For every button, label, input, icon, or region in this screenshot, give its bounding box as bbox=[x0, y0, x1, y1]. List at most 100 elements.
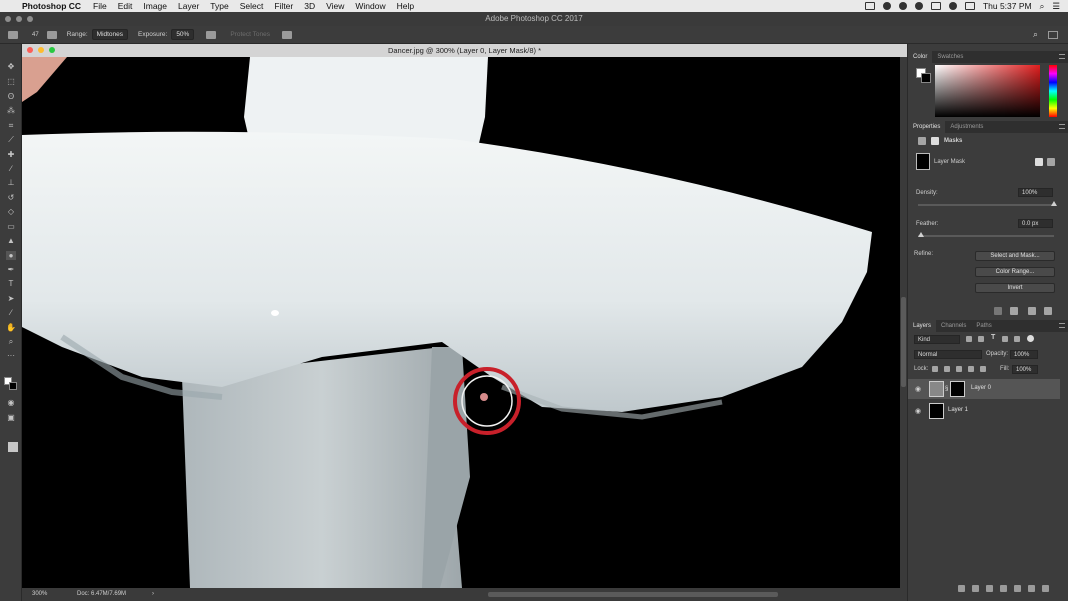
tab-channels[interactable]: Channels bbox=[936, 320, 971, 332]
menu-3d[interactable]: 3D bbox=[304, 1, 315, 11]
delete-mask-icon[interactable] bbox=[1044, 307, 1052, 315]
vertical-scrollbar[interactable] bbox=[900, 57, 907, 588]
range-select[interactable]: Midtones bbox=[91, 29, 129, 40]
dodge-tool-preset-icon[interactable] bbox=[8, 30, 18, 39]
protect-tones-checkbox[interactable]: Protect Tones bbox=[230, 31, 270, 38]
lock-artboard-icon[interactable] bbox=[968, 366, 974, 372]
layer-row-layer-0[interactable]: ◉ § Layer 0 bbox=[908, 379, 1060, 399]
color-panel-menu-icon[interactable] bbox=[1059, 54, 1065, 59]
pixel-mask-icon[interactable] bbox=[918, 137, 926, 145]
filter-type-icon[interactable]: T bbox=[991, 334, 995, 341]
sync-icon[interactable] bbox=[914, 2, 923, 10]
menu-edit[interactable]: Edit bbox=[118, 1, 133, 11]
search-icon[interactable]: ⌕ bbox=[1033, 29, 1038, 40]
mask-icon[interactable] bbox=[931, 137, 939, 145]
pressure-icon[interactable] bbox=[281, 30, 292, 39]
tab-color[interactable]: Color bbox=[908, 51, 933, 63]
blend-mode-select[interactable]: Normal bbox=[914, 350, 982, 359]
feather-field[interactable]: 0.0 px bbox=[1018, 219, 1053, 228]
more-tools-icon[interactable]: ··· bbox=[6, 351, 16, 360]
pen-tool-icon[interactable]: ✒ bbox=[6, 265, 16, 274]
add-mask-icon[interactable] bbox=[986, 585, 993, 592]
visibility-mask-icon[interactable] bbox=[1028, 307, 1036, 315]
search-icon[interactable]: ⌕ bbox=[1040, 1, 1045, 12]
tab-layers[interactable]: Layers bbox=[908, 320, 937, 332]
color-field[interactable] bbox=[935, 65, 1040, 117]
delete-layer-icon[interactable] bbox=[1042, 585, 1049, 592]
menu-app-name[interactable]: Photoshop CC bbox=[22, 1, 81, 11]
filter-adjustment-icon[interactable] bbox=[978, 336, 984, 342]
visibility-eye-icon[interactable]: ◉ bbox=[915, 385, 921, 393]
canvas[interactable] bbox=[22, 57, 900, 588]
lock-pixels-icon[interactable] bbox=[944, 366, 950, 372]
screen-mode-icon[interactable]: ▣ bbox=[6, 413, 16, 422]
load-selection-icon[interactable] bbox=[994, 307, 1002, 315]
background-color[interactable] bbox=[921, 73, 931, 83]
color-range-button[interactable]: Color Range... bbox=[975, 267, 1055, 277]
select-and-mask-button[interactable]: Select and Mask... bbox=[975, 251, 1055, 261]
dodge-tool-icon[interactable]: ● bbox=[6, 251, 16, 260]
properties-panel-menu-icon[interactable] bbox=[1059, 124, 1065, 129]
hand-tool-icon[interactable]: ✋ bbox=[6, 323, 16, 332]
filter-toggle-icon[interactable] bbox=[1027, 335, 1034, 342]
lock-position-icon[interactable] bbox=[956, 366, 962, 372]
filter-shape-icon[interactable] bbox=[1002, 336, 1008, 342]
layer-filter-select[interactable]: Kind bbox=[914, 335, 960, 344]
brush-tool-icon[interactable]: ∕ bbox=[6, 164, 16, 173]
airbrush-icon[interactable] bbox=[206, 30, 217, 39]
close-window-button[interactable] bbox=[5, 16, 11, 22]
density-slider-track[interactable] bbox=[918, 204, 1054, 206]
marquee-tool-icon[interactable]: ⬚ bbox=[6, 77, 16, 86]
airplay-icon[interactable] bbox=[930, 2, 941, 10]
background-color-swatch[interactable] bbox=[9, 382, 17, 390]
move-tool-icon[interactable]: ✥ bbox=[6, 62, 16, 71]
magic-wand-tool-icon[interactable]: ⁂ bbox=[6, 106, 16, 115]
path-selection-tool-icon[interactable]: ➤ bbox=[6, 294, 16, 303]
status-menu-arrow-icon[interactable]: › bbox=[152, 588, 154, 601]
select-mask-icon[interactable] bbox=[1035, 158, 1043, 166]
layer-row-layer-1[interactable]: ◉ Layer 1 bbox=[908, 401, 1060, 421]
new-layer-icon[interactable] bbox=[1028, 585, 1035, 592]
gradient-tool-icon[interactable]: ▭ bbox=[6, 222, 16, 231]
doc-size[interactable]: Doc: 6.47M/7.69M bbox=[77, 588, 126, 601]
lock-transparent-icon[interactable] bbox=[932, 366, 938, 372]
extra-panel-icon[interactable] bbox=[8, 442, 18, 452]
zoom-document-button[interactable] bbox=[49, 47, 55, 53]
menu-filter[interactable]: Filter bbox=[274, 1, 293, 11]
dropbox-icon[interactable] bbox=[882, 2, 891, 10]
opacity-field[interactable]: 100% bbox=[1010, 350, 1038, 359]
vertical-scroll-thumb[interactable] bbox=[901, 297, 906, 387]
adjustment-layer-icon[interactable] bbox=[1000, 585, 1007, 592]
new-group-icon[interactable] bbox=[1014, 585, 1021, 592]
quick-mask-icon[interactable]: ◉ bbox=[6, 398, 16, 407]
menu-image[interactable]: Image bbox=[143, 1, 167, 11]
brush-panel-icon[interactable] bbox=[46, 30, 57, 39]
menu-type[interactable]: Type bbox=[210, 1, 228, 11]
clock[interactable]: Thu 5:37 PM bbox=[983, 1, 1032, 11]
filter-smart-object-icon[interactable] bbox=[1014, 336, 1020, 342]
invert-button[interactable]: Invert bbox=[975, 283, 1055, 293]
density-field[interactable]: 100% bbox=[1018, 188, 1053, 197]
zoom-level[interactable]: 300% bbox=[32, 588, 47, 601]
fill-field[interactable]: 100% bbox=[1012, 365, 1038, 374]
lock-all-icon[interactable] bbox=[980, 366, 986, 372]
menu-file[interactable]: File bbox=[93, 1, 107, 11]
wifi-icon[interactable] bbox=[948, 2, 957, 10]
link-layers-icon[interactable] bbox=[958, 585, 965, 592]
screen-icon[interactable] bbox=[864, 2, 875, 10]
apply-mask-icon[interactable] bbox=[1010, 307, 1018, 315]
tab-paths[interactable]: Paths bbox=[971, 320, 996, 332]
filter-pixel-icon[interactable] bbox=[966, 336, 972, 342]
feather-slider-track[interactable] bbox=[918, 235, 1054, 237]
brush-size[interactable]: 47 bbox=[32, 32, 39, 38]
visibility-eye-icon[interactable]: ◉ bbox=[915, 407, 921, 415]
menu-list-icon[interactable]: ☰ bbox=[1052, 1, 1060, 12]
workspace-icon[interactable] bbox=[1048, 30, 1058, 39]
lasso-tool-icon[interactable]: ʘ bbox=[6, 92, 16, 101]
menu-help[interactable]: Help bbox=[397, 1, 414, 11]
layer-style-icon[interactable] bbox=[972, 585, 979, 592]
menu-select[interactable]: Select bbox=[240, 1, 264, 11]
zoom-tool-icon[interactable]: ⌕ bbox=[6, 337, 16, 346]
clone-stamp-tool-icon[interactable]: ⊥ bbox=[6, 178, 16, 187]
eyedropper-tool-icon[interactable]: ⟋ bbox=[6, 135, 16, 144]
